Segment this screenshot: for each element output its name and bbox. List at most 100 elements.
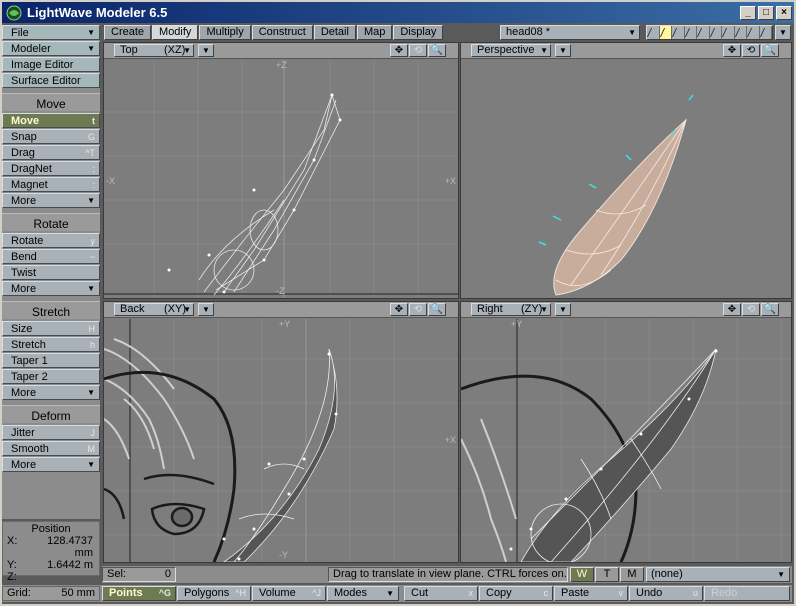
- render-style-select[interactable]: ▼: [198, 44, 214, 57]
- chevron-down-icon: ▼: [183, 46, 191, 55]
- chevron-down-icon: ▼: [87, 460, 95, 469]
- morph-button[interactable]: M: [620, 567, 644, 582]
- pan-icon[interactable]: ✥: [723, 303, 741, 316]
- points-mode-button[interactable]: Points ^G: [102, 586, 176, 601]
- chevron-down-icon: ▼: [87, 44, 95, 53]
- maximize-button[interactable]: □: [758, 5, 774, 20]
- viewport-back[interactable]: Back (XY) ▼ ▼ ✥ ⟲ 🔍 +Y +X -Y: [103, 301, 459, 563]
- tab-construct[interactable]: Construct: [251, 25, 313, 40]
- layer-3-button[interactable]: [672, 26, 685, 39]
- close-button[interactable]: ×: [776, 5, 792, 20]
- copy-button[interactable]: Copy c: [479, 586, 553, 601]
- size-tool-button[interactable]: Size H: [2, 321, 100, 336]
- texture-button[interactable]: T: [595, 567, 619, 582]
- layer-8-button[interactable]: [735, 26, 747, 39]
- surface-editor-button[interactable]: Surface Editor: [2, 73, 100, 88]
- zoom-icon[interactable]: 🔍: [761, 303, 779, 316]
- position-z-value: [27, 571, 99, 583]
- rotate-tool-button[interactable]: Rotate y: [2, 233, 100, 248]
- snap-tool-button[interactable]: Snap G: [2, 129, 100, 144]
- pan-icon[interactable]: ✥: [723, 44, 741, 57]
- smooth-tool-button[interactable]: Smooth M: [2, 441, 100, 456]
- position-readout: Position X: 128.4737 mm Y: 1.6442 m Z:: [2, 521, 100, 583]
- image-editor-button[interactable]: Image Editor: [2, 57, 100, 72]
- window-title: LightWave Modeler 6.5: [27, 5, 168, 20]
- viewport-right[interactable]: Right (ZY) ▼ ▼ ✥ ⟲ 🔍 +Y: [460, 301, 792, 563]
- tab-multiply[interactable]: Multiply: [199, 25, 251, 40]
- viewport-perspective[interactable]: Perspective ▼ ▼ ✥ ⟲ 🔍: [460, 42, 792, 299]
- volume-mode-button[interactable]: Volume ^J: [252, 586, 326, 601]
- pan-icon[interactable]: ✥: [390, 44, 408, 57]
- modes-dropdown[interactable]: Modes ▼: [327, 586, 399, 601]
- render-style-select[interactable]: ▼: [555, 44, 571, 57]
- chevron-down-icon: ▼: [540, 46, 548, 55]
- deform-more-button[interactable]: More ▼: [2, 457, 100, 472]
- drag-tool-button[interactable]: Drag ^T: [2, 145, 100, 160]
- zoom-icon[interactable]: 🔍: [428, 44, 446, 57]
- layer-9-button[interactable]: [747, 26, 760, 39]
- taper1-tool-button[interactable]: Taper 1: [2, 353, 100, 368]
- world-coords-button[interactable]: W: [570, 567, 594, 582]
- surface-select[interactable]: (none) ▼: [646, 567, 790, 582]
- taper2-tool-button[interactable]: Taper 2: [2, 369, 100, 384]
- viewport-top-canvas: [104, 60, 458, 298]
- view-type-select[interactable]: Back (XY) ▼: [114, 303, 194, 316]
- twist-tool-button[interactable]: Twist: [2, 265, 100, 280]
- chevron-down-icon: ▼: [87, 388, 95, 397]
- viewport-top[interactable]: Top (XZ) ▼ ▼ ✥ ⟲ 🔍 +Z -X +X -Z: [103, 42, 459, 299]
- current-object-select[interactable]: head08 * ▼: [500, 25, 640, 40]
- polygons-mode-button[interactable]: Polygons ^H: [177, 586, 251, 601]
- tab-display[interactable]: Display: [393, 25, 444, 40]
- rotate-view-icon[interactable]: ⟲: [742, 303, 760, 316]
- dragnet-tool-button[interactable]: DragNet;: [2, 161, 100, 176]
- rotate-more-button[interactable]: More ▼: [2, 281, 100, 296]
- magnet-tool-button[interactable]: Magnet:: [2, 177, 100, 192]
- rotate-view-icon[interactable]: ⟲: [742, 44, 760, 57]
- layer-1-button[interactable]: [647, 26, 660, 39]
- layer-5-button[interactable]: [697, 26, 710, 39]
- tab-map[interactable]: Map: [356, 25, 393, 40]
- chevron-down-icon: ▼: [628, 28, 636, 37]
- stretch-tool-button[interactable]: Stretch h: [2, 337, 100, 352]
- zoom-icon[interactable]: 🔍: [428, 303, 446, 316]
- tab-modify[interactable]: Modify: [152, 25, 199, 40]
- view-type-select[interactable]: Perspective ▼: [471, 44, 551, 57]
- layer-7-button[interactable]: [722, 26, 735, 39]
- view-type-select[interactable]: Right (ZY) ▼: [471, 303, 551, 316]
- viewport-header: Perspective ▼ ▼ ✥ ⟲ 🔍: [461, 43, 791, 59]
- bend-tool-button[interactable]: Bend ~: [2, 249, 100, 264]
- title-bar: LightWave Modeler 6.5 _ □ ×: [0, 0, 796, 23]
- position-y-value: 1.6442 m: [47, 559, 93, 571]
- paste-button[interactable]: Paste v: [554, 586, 628, 601]
- zoom-icon[interactable]: 🔍: [761, 44, 779, 57]
- chevron-down-icon: ▼: [559, 46, 567, 55]
- jitter-tool-button[interactable]: Jitter J: [2, 425, 100, 440]
- rotate-view-icon[interactable]: ⟲: [409, 44, 427, 57]
- modeler-menu[interactable]: Modeler ▼: [2, 41, 100, 56]
- render-style-select[interactable]: ▼: [198, 303, 214, 316]
- stretch-more-button[interactable]: More ▼: [2, 385, 100, 400]
- redo-button[interactable]: Redo: [704, 586, 790, 601]
- lightwave-app-icon: [6, 5, 22, 20]
- move-more-button[interactable]: More ▼: [2, 193, 100, 208]
- cut-button[interactable]: Cut x: [404, 586, 478, 601]
- layer-2-button[interactable]: [659, 26, 672, 39]
- minimize-button[interactable]: _: [740, 5, 756, 20]
- tab-create[interactable]: Create: [104, 25, 152, 40]
- move-group-heading: Move: [2, 93, 100, 111]
- position-x-value: 128.4737 mm: [47, 535, 93, 559]
- pan-icon[interactable]: ✥: [390, 303, 408, 316]
- undo-button[interactable]: Undo u: [629, 586, 703, 601]
- layer-6-button[interactable]: [710, 26, 722, 39]
- view-type-select[interactable]: Top (XZ) ▼: [114, 44, 194, 57]
- chevron-down-icon: ▼: [202, 305, 210, 314]
- layer-4-button[interactable]: [685, 26, 697, 39]
- status-hint: Drag to translate in view plane. CTRL fo…: [328, 567, 568, 582]
- render-style-select[interactable]: ▼: [555, 303, 571, 316]
- move-tool-button[interactable]: Move t: [2, 113, 100, 128]
- file-menu[interactable]: File ▼: [2, 25, 100, 40]
- layers-dropdown[interactable]: ▼: [775, 25, 791, 40]
- tab-detail[interactable]: Detail: [313, 25, 356, 40]
- layer-10-button[interactable]: [760, 26, 772, 39]
- rotate-view-icon[interactable]: ⟲: [409, 303, 427, 316]
